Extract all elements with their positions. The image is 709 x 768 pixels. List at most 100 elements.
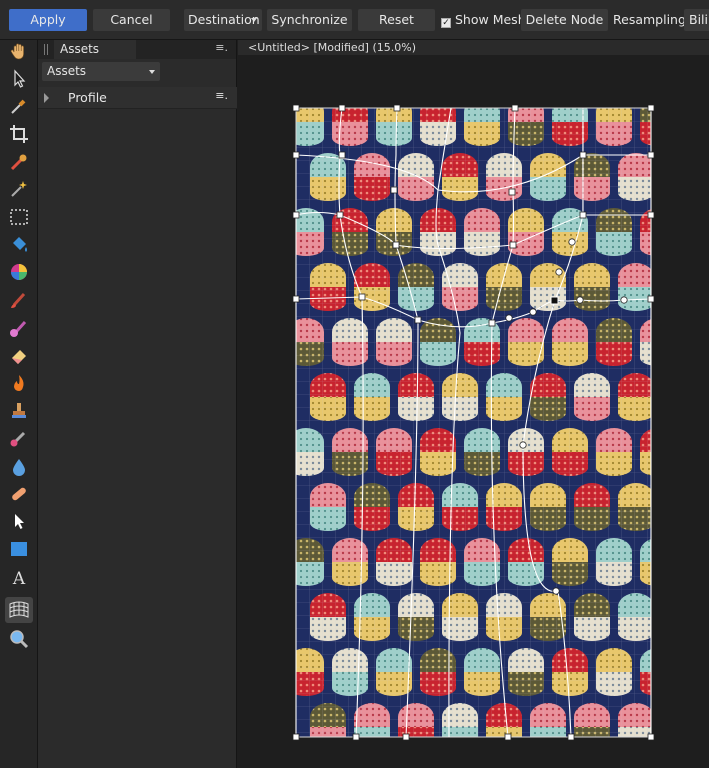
resampling-dropdown[interactable]: Bilin [684,9,709,31]
mesh-node-handle[interactable] [336,211,344,219]
mesh-control-handle[interactable] [505,314,513,322]
mesh-control-handle[interactable] [552,587,560,595]
blur-drop-icon[interactable] [8,455,30,477]
mesh-node-handle[interactable] [567,733,575,741]
node-pointer-icon[interactable] [8,510,30,532]
fabric-motif [332,758,368,768]
flood-fill-icon[interactable] [8,234,30,256]
mesh-control-handle[interactable] [576,296,584,304]
show-mesh-toggle[interactable]: ✓ Show Mesh [441,9,526,31]
mesh-control-handle[interactable] [519,441,527,449]
crop-icon[interactable] [8,123,30,145]
mesh-node-handle[interactable] [579,211,587,219]
fabric-motif [508,758,544,768]
retouch-brush-icon[interactable] [8,427,30,449]
eraser-icon[interactable] [8,344,30,366]
fabric-motif [464,758,500,768]
mesh-node-handle[interactable] [292,295,300,303]
mesh-node-handle[interactable] [292,733,300,741]
mesh-node-handle[interactable] [402,733,410,741]
mesh-node-handle[interactable] [647,151,655,159]
panel-tab-bar: Assets ≡. [38,40,236,59]
mesh-node-handle[interactable] [292,211,300,219]
mesh-node-handle[interactable] [647,295,655,303]
mesh-node-handle[interactable] [292,104,300,112]
mesh-node-handle[interactable] [390,186,398,194]
mesh-node-handle[interactable] [338,104,346,112]
mesh-node-handle[interactable] [488,319,496,327]
show-mesh-label: Show Mesh [455,12,526,27]
hand-tool-icon[interactable] [8,40,30,62]
assets-category-dropdown[interactable]: Assets [42,62,160,81]
clone-stamp-icon[interactable] [8,400,30,422]
fabric-motif [662,263,698,311]
fabric-motif [662,153,698,201]
mesh-node-handle[interactable] [292,151,300,159]
mesh-node-handle[interactable] [392,241,400,249]
assets-panel: Assets ≡. Assets Profile ≡. [38,40,237,768]
panel-menu-icon[interactable]: ≡. [215,41,228,54]
profile-category-row[interactable]: Profile ≡. [38,87,237,109]
rectangle-shape-icon[interactable] [8,538,30,560]
mesh-node-handle[interactable] [511,104,519,112]
mesh-node-handle[interactable] [647,733,655,741]
mesh-node-handle[interactable] [352,733,360,741]
mesh-node-handle[interactable] [414,316,422,324]
category-menu-icon[interactable]: ≡. [215,89,228,102]
destination-dropdown[interactable]: Destination [184,9,262,31]
svg-text:A: A [12,569,26,588]
fabric-motif [420,758,456,768]
mesh-node-handle[interactable] [338,151,346,159]
profile-label: Profile [68,90,107,105]
marquee-icon[interactable] [8,206,30,228]
fabric-motif [596,758,632,768]
resampling-label: Resampling: [613,12,691,27]
delete-node-button[interactable]: Delete Node [521,9,608,31]
healing-bandage-icon[interactable] [8,483,30,505]
synchronize-button[interactable]: Synchronize [267,9,352,31]
document-area: <Untitled> [Modified] (15.0%) [238,40,709,768]
mesh-control-handle[interactable] [620,296,628,304]
tools-panel: A [0,40,38,768]
mesh-node-handle[interactable] [504,733,512,741]
fabric-motif [662,483,698,531]
color-wheel-icon[interactable] [8,261,30,283]
eyedropper-icon[interactable] [8,95,30,117]
mesh-node-handle[interactable] [508,188,516,196]
fabric-motif [288,758,324,768]
fabric-motif [662,593,698,641]
cancel-button[interactable]: Cancel [93,9,170,31]
magic-wand-icon[interactable] [8,178,30,200]
selected-mesh-node[interactable] [550,296,559,305]
fabric-motif [640,758,676,768]
panel-grip-icon[interactable] [44,44,48,55]
text-icon[interactable]: A [8,566,30,589]
burn-icon[interactable] [8,372,30,394]
mesh-node-handle[interactable] [393,104,401,112]
document-title[interactable]: <Untitled> [Modified] (15.0%) [248,41,416,54]
warped-fabric-image[interactable] [288,98,698,768]
expand-arrow-icon[interactable] [44,93,49,103]
mesh-control-handle[interactable] [568,238,576,246]
paint-brush-icon[interactable] [8,289,30,311]
fabric-motif [376,758,412,768]
mesh-node-handle[interactable] [647,104,655,112]
checkbox-checked-icon[interactable]: ✓ [441,18,451,28]
fabric-motif [662,373,698,421]
mixer-brush-icon[interactable] [8,317,30,339]
mesh-control-handle[interactable] [555,268,563,276]
mesh-node-handle[interactable] [647,211,655,219]
apply-button[interactable]: Apply [9,9,87,31]
mesh-node-handle[interactable] [358,293,366,301]
fabric-motif [662,703,698,751]
mesh-control-handle[interactable] [529,308,537,316]
mesh-warp-icon[interactable] [5,597,33,623]
selection-brush-icon[interactable] [8,151,30,173]
mesh-node-handle[interactable] [579,151,587,159]
zoom-icon[interactable] [8,628,30,650]
mesh-node-handle[interactable] [509,241,517,249]
reset-button[interactable]: Reset [358,9,435,31]
move-tool-icon[interactable] [8,68,30,90]
tab-assets[interactable]: Assets [54,40,136,59]
fabric-motif [552,758,588,768]
